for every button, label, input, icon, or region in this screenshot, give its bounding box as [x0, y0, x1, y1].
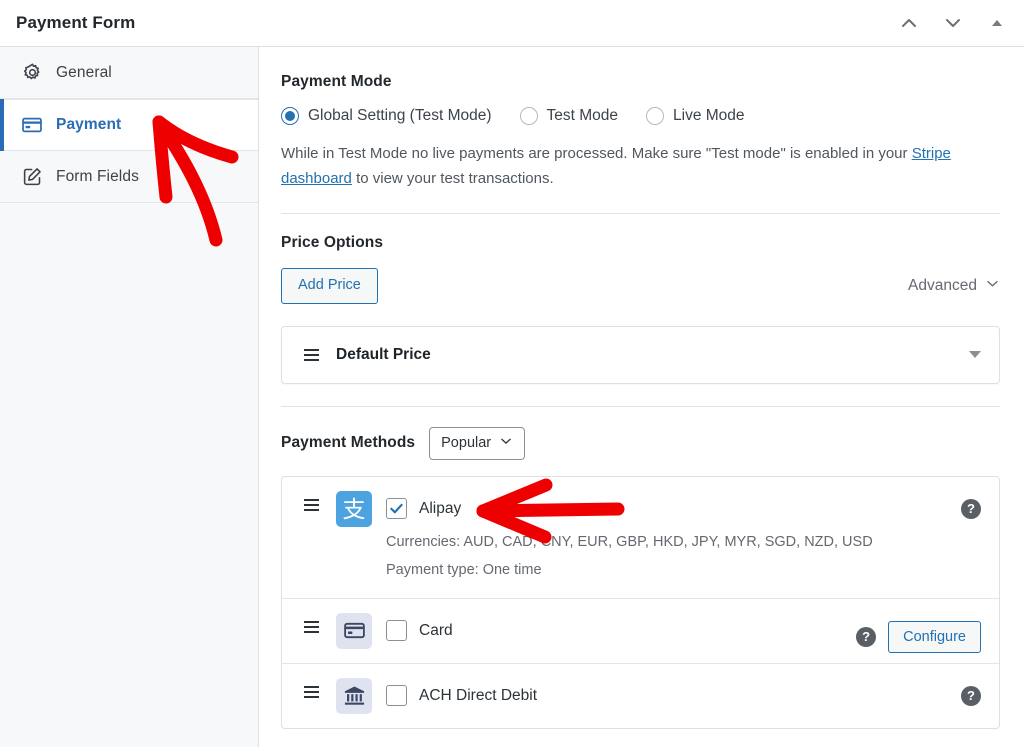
price-row-default[interactable]: Default Price: [281, 325, 1000, 384]
configure-button[interactable]: Configure: [888, 620, 981, 653]
credit-card-icon: [336, 612, 372, 649]
payment-methods-section: Payment Methods Popular 支 Alipay Currenc…: [281, 426, 1000, 729]
price-options-toolbar: Add Price Advanced: [281, 268, 1000, 304]
help-icon[interactable]: ?: [961, 685, 981, 706]
credit-card-icon: [20, 113, 44, 137]
payment-mode-radio-group: Global Setting (Test Mode) Test Mode Liv…: [281, 107, 1000, 125]
sidebar-item-payment[interactable]: Payment: [0, 99, 258, 151]
payment-method-body: Alipay Currencies: AUD, CAD, CNY, EUR, G…: [386, 491, 981, 584]
drag-handle-icon[interactable]: [304, 620, 320, 633]
advanced-toggle[interactable]: Advanced: [908, 276, 1000, 296]
expand-price-row-icon[interactable]: [969, 351, 981, 359]
filter-value: Popular: [441, 435, 492, 452]
payment-method-name: Card: [419, 621, 453, 639]
help-icon[interactable]: ?: [961, 498, 981, 519]
bank-icon: [336, 677, 372, 714]
price-row-label: Default Price: [336, 345, 431, 363]
alipay-icon: 支: [336, 490, 372, 527]
add-price-button[interactable]: Add Price: [281, 268, 378, 304]
settings-sidebar: General Payment Form Fields: [0, 47, 259, 747]
payment-methods-filter-select[interactable]: Popular: [429, 426, 526, 460]
pencil-square-icon: [20, 165, 44, 189]
payment-method-titlerow: ACH Direct Debit: [386, 678, 981, 714]
help-text-after: to view your test transactions.: [351, 170, 554, 188]
svg-text:支: 支: [343, 497, 366, 523]
payment-method-actions: ?: [961, 498, 981, 519]
payment-mode-title: Payment Mode: [281, 73, 392, 90]
price-options-section: Price Options Add Price Advanced Default…: [281, 234, 1000, 384]
radio-label: Global Setting (Test Mode): [308, 107, 492, 124]
settings-main: Payment Mode Global Setting (Test Mode) …: [259, 47, 1024, 747]
section-divider-2: [281, 405, 1000, 407]
radio-mark: [519, 107, 538, 125]
collapse-icon[interactable]: [982, 8, 1012, 38]
help-text-before: While in Test Mode no live payments are …: [281, 145, 912, 162]
radio-test-mode[interactable]: Test Mode: [519, 107, 619, 125]
payment-method-body: ACH Direct Debit: [386, 678, 981, 714]
panel-header: Payment Form: [0, 0, 1024, 47]
radio-label: Test Mode: [546, 107, 619, 124]
chevron-down-icon: [985, 276, 1000, 296]
drag-handle-icon[interactable]: [304, 348, 320, 361]
sidebar-item-general[interactable]: General: [0, 47, 258, 99]
sidebar-item-label: Form Fields: [56, 167, 139, 185]
move-up-icon[interactable]: [894, 8, 924, 38]
payment-method-row-ach-direct-debit[interactable]: ACH Direct Debit ?: [282, 664, 999, 728]
payment-form-panel: Payment Form General Payment Form Fields…: [0, 0, 1024, 747]
checkbox-card[interactable]: [386, 620, 407, 642]
checkbox-alipay[interactable]: [386, 498, 407, 520]
checkbox-ach-direct-debit[interactable]: [386, 685, 407, 707]
move-down-icon[interactable]: [938, 8, 968, 38]
gear-icon: [20, 61, 44, 85]
sidebar-item-label: Payment: [56, 116, 122, 133]
drag-handle-icon[interactable]: [304, 498, 320, 511]
payment-methods-header: Payment Methods Popular: [281, 426, 1000, 460]
payment-methods-title: Payment Methods: [281, 434, 416, 452]
sidebar-item-form-fields[interactable]: Form Fields: [0, 151, 258, 203]
payment-method-name: ACH Direct Debit: [419, 686, 537, 704]
radio-mark: [646, 107, 665, 125]
payment-method-row-alipay[interactable]: 支 Alipay Currencies: AUD, CAD, CNY, EUR,…: [282, 477, 999, 599]
price-options-title: Price Options: [281, 234, 384, 252]
payment-method-actions: ?: [961, 685, 981, 706]
help-icon[interactable]: ?: [856, 626, 877, 647]
payment-method-actions: ? Configure: [856, 620, 981, 653]
sidebar-item-label: General: [56, 63, 112, 81]
section-divider: [281, 213, 1000, 215]
payment-method-row-card[interactable]: Card ? Configure: [282, 599, 999, 664]
header-actions: [894, 8, 1012, 38]
payment-method-titlerow: Alipay: [386, 491, 981, 527]
payment-method-payment-type: Payment type: One time: [386, 562, 542, 579]
payment-mode-help: While in Test Mode no live payments are …: [281, 141, 1000, 191]
page-title: Payment Form: [16, 13, 136, 32]
payment-mode-section: Payment Mode Global Setting (Test Mode) …: [281, 73, 1000, 191]
radio-live-mode[interactable]: Live Mode: [646, 107, 745, 125]
payment-method-currencies: Currencies: AUD, CAD, CNY, EUR, GBP, HKD…: [386, 533, 873, 550]
radio-global-setting[interactable]: Global Setting (Test Mode): [281, 107, 492, 125]
chevron-down-icon: [499, 434, 513, 452]
payment-methods-list: 支 Alipay Currencies: AUD, CAD, CNY, EUR,…: [281, 475, 1000, 729]
advanced-label: Advanced: [908, 277, 977, 295]
payment-method-name: Alipay: [419, 499, 462, 517]
radio-label: Live Mode: [673, 107, 745, 124]
radio-mark: [281, 107, 299, 125]
drag-handle-icon[interactable]: [304, 685, 320, 698]
